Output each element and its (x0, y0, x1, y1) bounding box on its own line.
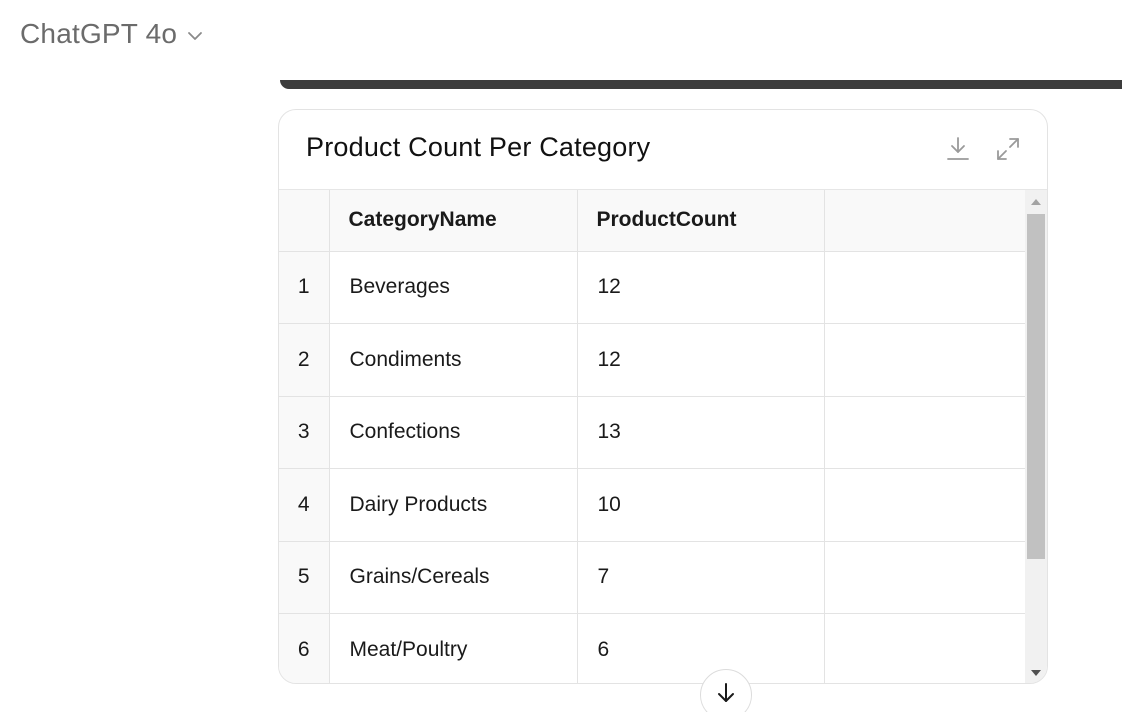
category-cell[interactable]: Meat/Poultry (329, 613, 578, 683)
column-header-categoryname[interactable]: CategoryName (329, 190, 578, 252)
download-button[interactable] (943, 136, 973, 166)
count-cell[interactable]: 10 (577, 468, 825, 542)
table-row: 2 Condiments 12 (279, 323, 1025, 397)
count-cell[interactable]: 7 (577, 541, 825, 614)
column-header-empty (824, 190, 1025, 252)
empty-cell (824, 468, 1025, 542)
row-index: 3 (279, 396, 330, 469)
expand-button[interactable] (993, 136, 1023, 166)
table-row: 5 Grains/Cereals 7 (279, 541, 1025, 614)
empty-cell (824, 323, 1025, 397)
download-icon (946, 136, 970, 167)
expand-icon (995, 136, 1021, 167)
category-cell[interactable]: Beverages (329, 251, 578, 324)
data-table-card: Product Count Per Category CategoryName … (278, 109, 1048, 684)
category-cell[interactable]: Dairy Products (329, 468, 578, 542)
empty-cell (824, 251, 1025, 324)
table-row: 4 Dairy Products 10 (279, 468, 1025, 542)
table-row: 1 Beverages 12 (279, 251, 1025, 324)
arrow-down-icon (715, 681, 737, 710)
count-cell[interactable]: 12 (577, 323, 825, 397)
table-row: 3 Confections 13 (279, 396, 1025, 469)
data-table: CategoryName ProductCount 1 Beverages 12… (279, 190, 1025, 683)
scroll-down-arrow-icon[interactable] (1025, 663, 1047, 683)
chevron-down-icon (187, 31, 203, 41)
count-cell[interactable]: 13 (577, 396, 825, 469)
chat-page: ChatGPT 4o Product Count Per Category Ca… (0, 0, 1122, 712)
previous-block-edge (280, 80, 1122, 89)
category-cell[interactable]: Confections (329, 396, 578, 469)
empty-cell (824, 541, 1025, 614)
card-header: Product Count Per Category (279, 110, 1047, 190)
scroll-to-bottom-button[interactable] (700, 669, 752, 712)
row-index: 4 (279, 468, 330, 542)
card-title: Product Count Per Category (306, 132, 651, 162)
model-switcher[interactable]: ChatGPT 4o (20, 14, 203, 54)
column-header-productcount[interactable]: ProductCount (577, 190, 825, 252)
scroll-up-arrow-icon[interactable] (1025, 192, 1047, 212)
row-index: 6 (279, 613, 330, 683)
empty-cell (824, 613, 1025, 683)
scroll-thumb[interactable] (1027, 214, 1045, 559)
vertical-scrollbar[interactable] (1025, 190, 1047, 683)
table-viewport[interactable]: CategoryName ProductCount 1 Beverages 12… (279, 190, 1025, 683)
category-cell[interactable]: Condiments (329, 323, 578, 397)
table-row: 6 Meat/Poultry 6 (279, 613, 1025, 683)
index-column-header (279, 190, 330, 252)
empty-cell (824, 396, 1025, 469)
category-cell[interactable]: Grains/Cereals (329, 541, 578, 614)
table-header-row: CategoryName ProductCount (279, 190, 1025, 252)
row-index: 2 (279, 323, 330, 397)
count-cell[interactable]: 12 (577, 251, 825, 324)
row-index: 1 (279, 251, 330, 324)
count-cell[interactable]: 6 (577, 613, 825, 683)
model-title: ChatGPT 4o (20, 18, 178, 49)
row-index: 5 (279, 541, 330, 614)
